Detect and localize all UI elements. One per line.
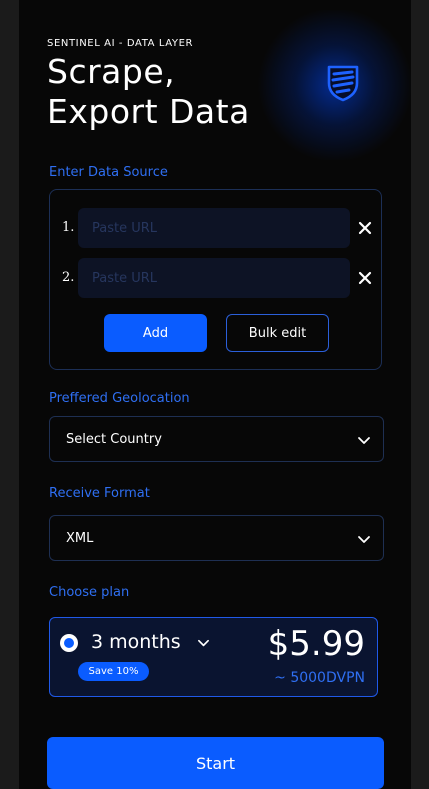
- data-source-label: Enter Data Source: [49, 165, 168, 180]
- chevron-down-icon: [358, 536, 370, 543]
- url-input-1[interactable]: [78, 208, 350, 248]
- country-select[interactable]: Select Country: [49, 416, 384, 462]
- close-icon[interactable]: [357, 220, 373, 236]
- start-button[interactable]: Start: [47, 737, 384, 789]
- close-icon[interactable]: [357, 270, 373, 286]
- app-kicker: SENTINEL AI - DATA LAYER: [47, 38, 194, 49]
- shield-icon: [327, 65, 359, 102]
- page-title-line2: Export Data: [47, 92, 250, 131]
- bulk-edit-button[interactable]: Bulk edit: [226, 314, 329, 352]
- row-number-1: 1.: [62, 220, 75, 235]
- plan-price: $5.99: [267, 624, 365, 664]
- page-title-line1: Scrape,: [47, 52, 176, 91]
- row-number-2: 2.: [62, 270, 75, 285]
- save-badge: Save 10%: [78, 662, 149, 681]
- format-select[interactable]: XML: [49, 515, 384, 561]
- country-select-value: Select Country: [66, 431, 162, 447]
- chevron-down-icon[interactable]: [197, 637, 210, 650]
- plan-duration[interactable]: 3 months: [91, 631, 181, 653]
- plan-price-alt: ~ 5000DVPN: [274, 670, 365, 686]
- format-select-value: XML: [66, 530, 94, 546]
- chevron-down-icon: [358, 437, 370, 444]
- geolocation-label: Preffered Geolocation: [49, 391, 190, 406]
- add-button[interactable]: Add: [104, 314, 207, 352]
- plan-label: Choose plan: [49, 585, 130, 600]
- page-title: Scrape, Export Data: [47, 52, 250, 132]
- format-label: Receive Format: [49, 486, 150, 501]
- url-input-2[interactable]: [78, 258, 350, 298]
- plan-radio[interactable]: [60, 634, 78, 652]
